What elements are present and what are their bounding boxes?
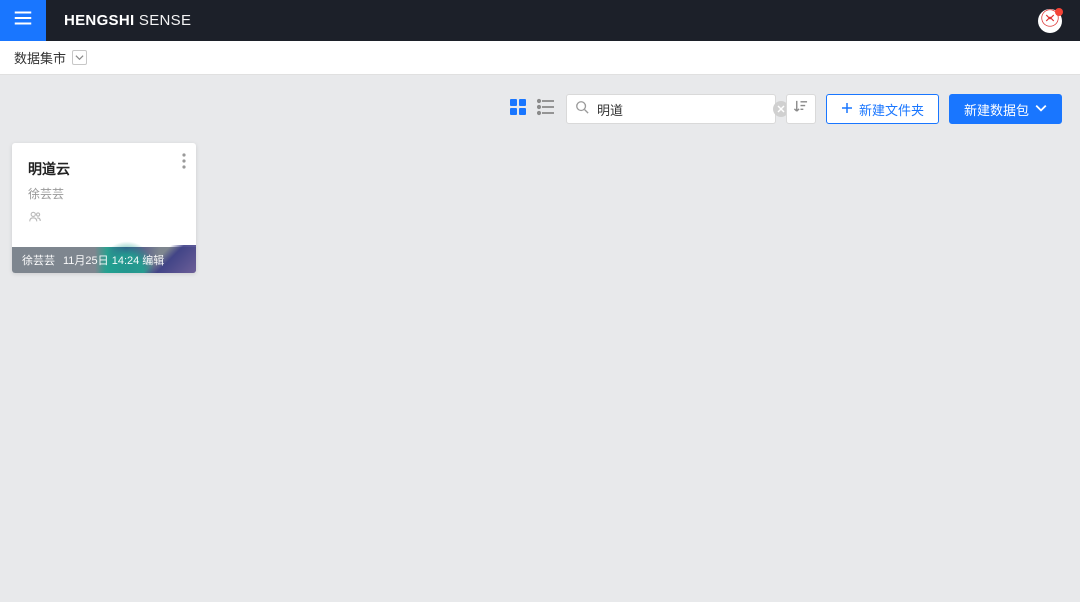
notification-badge [1055, 8, 1063, 16]
grid-icon [509, 98, 527, 121]
chevron-down-icon [75, 49, 84, 67]
topbar: HENGSHI SENSE [0, 0, 1080, 41]
card-owner: 徐芸芸 [28, 185, 180, 202]
main-menu-button[interactable] [0, 0, 46, 41]
sort-button[interactable] [786, 94, 816, 124]
card-body: 明道云 徐芸芸 [12, 143, 196, 247]
list-view-button[interactable] [536, 99, 556, 119]
new-folder-button[interactable]: 新建文件夹 [826, 94, 939, 124]
new-package-button[interactable]: 新建数据包 [949, 94, 1062, 124]
new-folder-label: 新建文件夹 [859, 100, 924, 119]
breadcrumb-bar: 数据集市 [0, 41, 1080, 75]
search-input[interactable] [597, 102, 773, 117]
brand-bold: HENGSHI [64, 12, 134, 29]
search-icon [575, 100, 589, 119]
data-package-card[interactable]: 明道云 徐芸芸 徐芸芸 11月25日 14:24 编辑 [12, 143, 196, 273]
chevron-down-icon [1035, 102, 1047, 117]
new-package-label: 新建数据包 [964, 100, 1029, 119]
grid-view-button[interactable] [508, 99, 528, 119]
brand-light: SENSE [134, 12, 191, 29]
close-icon [777, 100, 785, 118]
card-menu-button[interactable] [182, 153, 186, 174]
plus-icon [841, 102, 853, 117]
card-share-indicator [28, 210, 180, 229]
breadcrumb-label: 数据集市 [14, 48, 66, 67]
list-icon [537, 98, 555, 121]
more-vertical-icon [182, 156, 186, 173]
brand-logo: HENGSHI SENSE [64, 12, 191, 29]
card-footer-author: 徐芸芸 [22, 252, 55, 268]
toolbar: 新建文件夹 新建数据包 [0, 75, 1080, 129]
search-box [566, 94, 776, 124]
menu-icon [12, 7, 34, 34]
content-area: 明道云 徐芸芸 徐芸芸 11月25日 14:24 编辑 [0, 129, 1080, 287]
user-avatar[interactable] [1038, 9, 1062, 33]
card-title: 明道云 [28, 159, 180, 179]
card-footer: 徐芸芸 11月25日 14:24 编辑 [12, 247, 196, 273]
view-toggle-group [508, 99, 556, 119]
breadcrumb-dropdown[interactable] [72, 50, 87, 65]
users-icon [28, 211, 42, 228]
sort-icon [793, 99, 808, 119]
card-footer-meta: 11月25日 14:24 编辑 [63, 252, 164, 268]
